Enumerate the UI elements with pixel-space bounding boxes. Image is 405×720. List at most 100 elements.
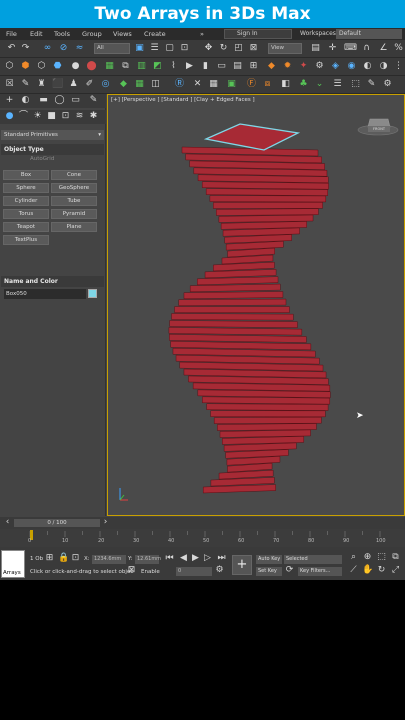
unlink-icon[interactable]: ⊘ (58, 43, 69, 54)
box-button[interactable]: Box (3, 170, 49, 180)
globe-icon[interactable]: ◎ (100, 79, 111, 90)
render-setup-icon[interactable]: ▭ (216, 61, 227, 72)
figure-icon[interactable]: ♟ (68, 79, 79, 90)
lights-icon[interactable]: ☀ (32, 111, 43, 122)
cube-icon[interactable]: ◫ (150, 79, 161, 90)
rc-icon[interactable]: Ⓡ (174, 79, 185, 90)
rotate-icon[interactable]: ↻ (218, 43, 229, 54)
shading-icon[interactable]: ◆ (266, 61, 277, 72)
pivot-center-icon[interactable]: ▤ (310, 43, 321, 54)
chevron-left-icon[interactable]: ‹ (2, 517, 13, 528)
create-tab-icon[interactable]: + (4, 95, 15, 106)
textplus-button[interactable]: TextPlus (3, 235, 49, 245)
torus-button[interactable]: Torus (3, 209, 49, 219)
window-crossing-icon[interactable]: ⊡ (179, 43, 190, 54)
prev-frame-icon[interactable]: ◀ (178, 553, 189, 564)
absolute-mode-icon[interactable]: ⊡ (70, 553, 81, 564)
y-coordinate-field[interactable]: 12.61mm (135, 555, 161, 564)
material-editor-icon[interactable]: ▮ (200, 61, 211, 72)
key-mode-icon[interactable]: ⟳ (284, 565, 295, 576)
select-manipulate-icon[interactable]: ✛ (327, 43, 338, 54)
utilities-tab-icon[interactable]: ✎ (88, 95, 99, 106)
sphere-button[interactable]: Sphere (3, 183, 49, 193)
chevron-right-icon[interactable]: › (100, 517, 111, 528)
field-of-view-icon[interactable]: ⟋ (348, 565, 359, 576)
render-icon[interactable]: ⊞ (248, 61, 259, 72)
track-bar[interactable]: 0 10 20 30 40 50 60 70 80 90 100 (0, 529, 405, 547)
arnold-render-icon[interactable]: ◐ (362, 61, 373, 72)
tool-icon[interactable]: ✎ (20, 79, 31, 90)
grid-icon[interactable]: ▦ (208, 79, 219, 90)
keyboard-shortcut-icon[interactable]: ⌨ (344, 43, 357, 54)
object-type-rollout[interactable]: Object Type (1, 144, 104, 155)
pyramid-button[interactable]: Pyramid (51, 209, 97, 219)
sphere-primitive-icon[interactable]: ● (70, 61, 81, 72)
zoom-extents-all-icon[interactable]: ⧉ (390, 552, 401, 563)
orbit-icon[interactable]: ↻ (376, 565, 387, 576)
move-icon[interactable]: ✥ (203, 43, 214, 54)
curve-editor-icon[interactable]: ⌇ (168, 61, 179, 72)
twisted-tower-model[interactable] (168, 146, 331, 494)
current-frame-field[interactable]: 0 (176, 567, 212, 576)
undo-icon[interactable]: ↶ (6, 43, 17, 54)
auto-key-button[interactable]: Auto Key (256, 555, 282, 564)
hierarchy-tab-icon[interactable]: ▬ (38, 95, 49, 106)
set-key-plus-button[interactable]: + (232, 555, 252, 575)
time-slider[interactable]: 0 / 100 (14, 519, 100, 527)
bind-space-warp-icon[interactable]: ≈ (74, 43, 85, 54)
menu-views[interactable]: Views (113, 30, 132, 38)
camera-icon[interactable]: ◧ (280, 79, 291, 90)
keying-mode-select[interactable]: Selected (284, 555, 342, 564)
geosphere-button[interactable]: GeoSphere (51, 183, 97, 193)
pan-icon[interactable]: ✋ (362, 565, 373, 576)
percent-snap-icon[interactable]: % (393, 43, 404, 54)
space-warps-icon[interactable]: ≋ (74, 111, 85, 122)
play-icon[interactable]: ▶ (190, 553, 201, 564)
object-name-input[interactable]: Box050 (4, 289, 86, 299)
object-icon[interactable]: ⬚ (350, 79, 361, 90)
key-filters-button[interactable]: Key Filters... (298, 567, 342, 576)
zoom-all-icon[interactable]: ⊕ (362, 552, 373, 563)
redo-icon[interactable]: ↷ (20, 43, 31, 54)
shapes-icon[interactable]: ⌒ (18, 111, 29, 122)
modeling-icon[interactable]: ⬡ (4, 61, 15, 72)
effects-icon[interactable]: ✦ (298, 61, 309, 72)
object-color-swatch[interactable] (88, 289, 97, 298)
cylinder-button[interactable]: Cylinder (3, 196, 49, 206)
tube-button[interactable]: Tube (51, 196, 97, 206)
tree-icon[interactable]: ♣ (298, 79, 309, 90)
more-tools-icon[interactable]: ⋮ (393, 61, 404, 72)
select-by-name-icon[interactable]: ☰ (149, 43, 160, 54)
helpers-icon[interactable]: ⊡ (60, 111, 71, 122)
select-object-icon[interactable]: ▣ (134, 43, 145, 54)
menu-tools[interactable]: Tools (54, 30, 70, 38)
link-icon[interactable]: ∞ (42, 43, 53, 54)
align-icon[interactable]: ▥ (136, 61, 147, 72)
shirt-icon[interactable]: ♜ (36, 79, 47, 90)
layer-icon[interactable]: ◩ (152, 61, 163, 72)
workspaces-select[interactable]: Default (336, 29, 402, 39)
edit-icon[interactable]: ✎ (366, 79, 377, 90)
systems-icon[interactable]: ✱ (88, 111, 99, 122)
light-icon[interactable]: ✹ (282, 61, 293, 72)
teapot-button[interactable]: Teapot (3, 222, 49, 232)
maximize-viewport-icon[interactable]: ⤢ (390, 565, 401, 576)
isolate-icon[interactable]: ⊞ (44, 553, 55, 564)
arnold-icon[interactable]: ◈ (330, 61, 341, 72)
menu-more[interactable]: » (200, 30, 204, 38)
pattern-icon[interactable]: ▦ (134, 79, 145, 90)
menu-create[interactable]: Create (144, 30, 166, 38)
scale-icon[interactable]: ◰ (233, 43, 244, 54)
region-select-icon[interactable]: ▢ (164, 43, 175, 54)
image-icon[interactable]: ▣ (226, 79, 237, 90)
snap-toggle-icon[interactable]: ∩ (361, 43, 372, 54)
next-frame-icon[interactable]: ▷ (202, 553, 213, 564)
render-frame-icon[interactable]: ▤ (232, 61, 243, 72)
cone-button[interactable]: Cone (51, 170, 97, 180)
display-tab-icon[interactable]: ▭ (70, 95, 81, 106)
lock-icon[interactable]: 🔒 (58, 553, 69, 564)
primitive-type-dropdown[interactable]: Standard Primitives ▾ (1, 130, 104, 140)
settings-icon[interactable]: ⚙ (382, 79, 393, 90)
array-icon[interactable]: ▦ (104, 61, 115, 72)
schematic-view-icon[interactable]: ▶ (184, 61, 195, 72)
